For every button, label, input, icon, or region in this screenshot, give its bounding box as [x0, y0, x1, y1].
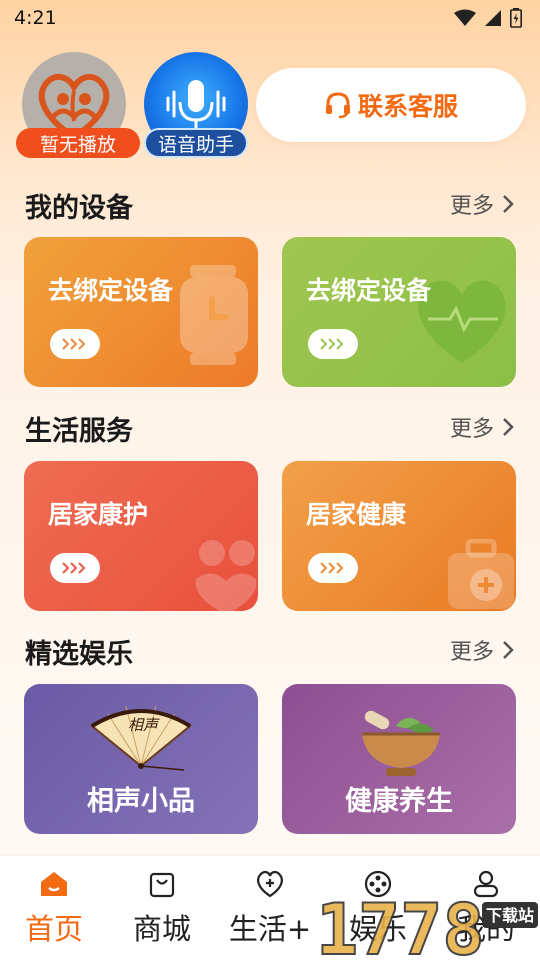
chevron-right-icon	[503, 195, 514, 213]
home-health-card[interactable]: 居家健康	[282, 461, 516, 611]
devices-more-label: 更多	[449, 194, 494, 219]
nav-item-life[interactable]: 生活+	[216, 856, 324, 960]
life-title: 生活服务	[25, 416, 133, 447]
nav-item-mine[interactable]: 我的	[432, 856, 540, 960]
nav-label: 生活+	[228, 912, 312, 946]
bottom-nav: 首页 商城 生活+ 娱乐 我的	[0, 856, 540, 960]
clock: 4:21	[14, 7, 57, 29]
header-row: 暂无播放 语音助手 联系客服	[14, 52, 526, 162]
voice-assistant-tag: 语音助手	[144, 128, 248, 158]
devices-title: 我的设备	[25, 193, 133, 224]
heart-plus-icon	[257, 870, 283, 898]
go-arrow-button[interactable]	[308, 553, 358, 583]
life-more-link[interactable]: 更多	[450, 411, 514, 443]
entertainment-more-link[interactable]: 更多	[450, 634, 514, 666]
card-label: 相声小品	[87, 786, 195, 817]
triple-chevron-icon	[320, 562, 344, 574]
voice-assistant-widget[interactable]: 语音助手	[144, 52, 248, 158]
nav-label: 我的	[456, 912, 515, 946]
nav-label: 首页	[24, 912, 83, 946]
watch-icon	[180, 265, 248, 365]
player-status-tag: 暂无播放	[16, 128, 140, 158]
crosstalk-card[interactable]: 相声 相声小品	[24, 684, 258, 834]
status-bar: 4:21	[0, 0, 540, 36]
triple-chevron-icon	[62, 562, 86, 574]
player-widget[interactable]: 暂无播放	[16, 52, 140, 158]
bind-device-card-watch[interactable]: 去绑定设备	[24, 237, 258, 387]
shopping-bag-icon	[149, 872, 175, 898]
chevron-right-icon	[503, 641, 514, 659]
card-label: 去绑定设备	[306, 276, 432, 305]
triple-chevron-icon	[62, 338, 86, 350]
go-arrow-button[interactable]	[50, 329, 100, 359]
entertainment-more-label: 更多	[449, 640, 494, 665]
battery-icon	[510, 8, 522, 28]
signal-icon	[485, 10, 501, 26]
nav-label: 商城	[132, 912, 191, 946]
go-arrow-button[interactable]	[50, 553, 100, 583]
entertainment-title: 精选娱乐	[25, 639, 133, 670]
go-arrow-button[interactable]	[308, 329, 358, 359]
card-label: 居家健康	[306, 500, 407, 529]
triple-chevron-icon	[320, 338, 344, 350]
health-care-card[interactable]: 健康养生	[282, 684, 516, 834]
card-label: 居家康护	[48, 500, 149, 529]
card-label: 健康养生	[345, 786, 453, 817]
status-icons	[454, 8, 522, 28]
home-icon	[41, 872, 67, 896]
devices-more-link[interactable]: 更多	[450, 188, 514, 220]
fan-text: 相声	[128, 716, 160, 734]
user-icon	[473, 870, 499, 898]
medical-kit-icon	[448, 539, 514, 609]
life-more-label: 更多	[449, 417, 494, 442]
film-reel-icon	[364, 870, 392, 898]
chevron-right-icon	[503, 418, 514, 436]
wifi-icon	[454, 9, 476, 26]
nav-item-home[interactable]: 首页	[0, 856, 108, 960]
care-icon	[195, 540, 257, 611]
nav-label: 娱乐	[348, 912, 407, 946]
headset-icon	[325, 92, 350, 119]
fan-icon: 相声	[90, 705, 192, 771]
contact-service-button[interactable]: 联系客服	[256, 68, 526, 142]
contact-service-label: 联系客服	[357, 92, 458, 121]
bind-device-card-heart[interactable]: 去绑定设备	[282, 237, 516, 387]
mortar-herbs-icon	[362, 710, 440, 776]
home-care-card[interactable]: 居家康护	[24, 461, 258, 611]
nav-item-entertainment[interactable]: 娱乐	[324, 856, 432, 960]
nav-item-mall[interactable]: 商城	[108, 856, 216, 960]
card-label: 去绑定设备	[48, 276, 174, 305]
